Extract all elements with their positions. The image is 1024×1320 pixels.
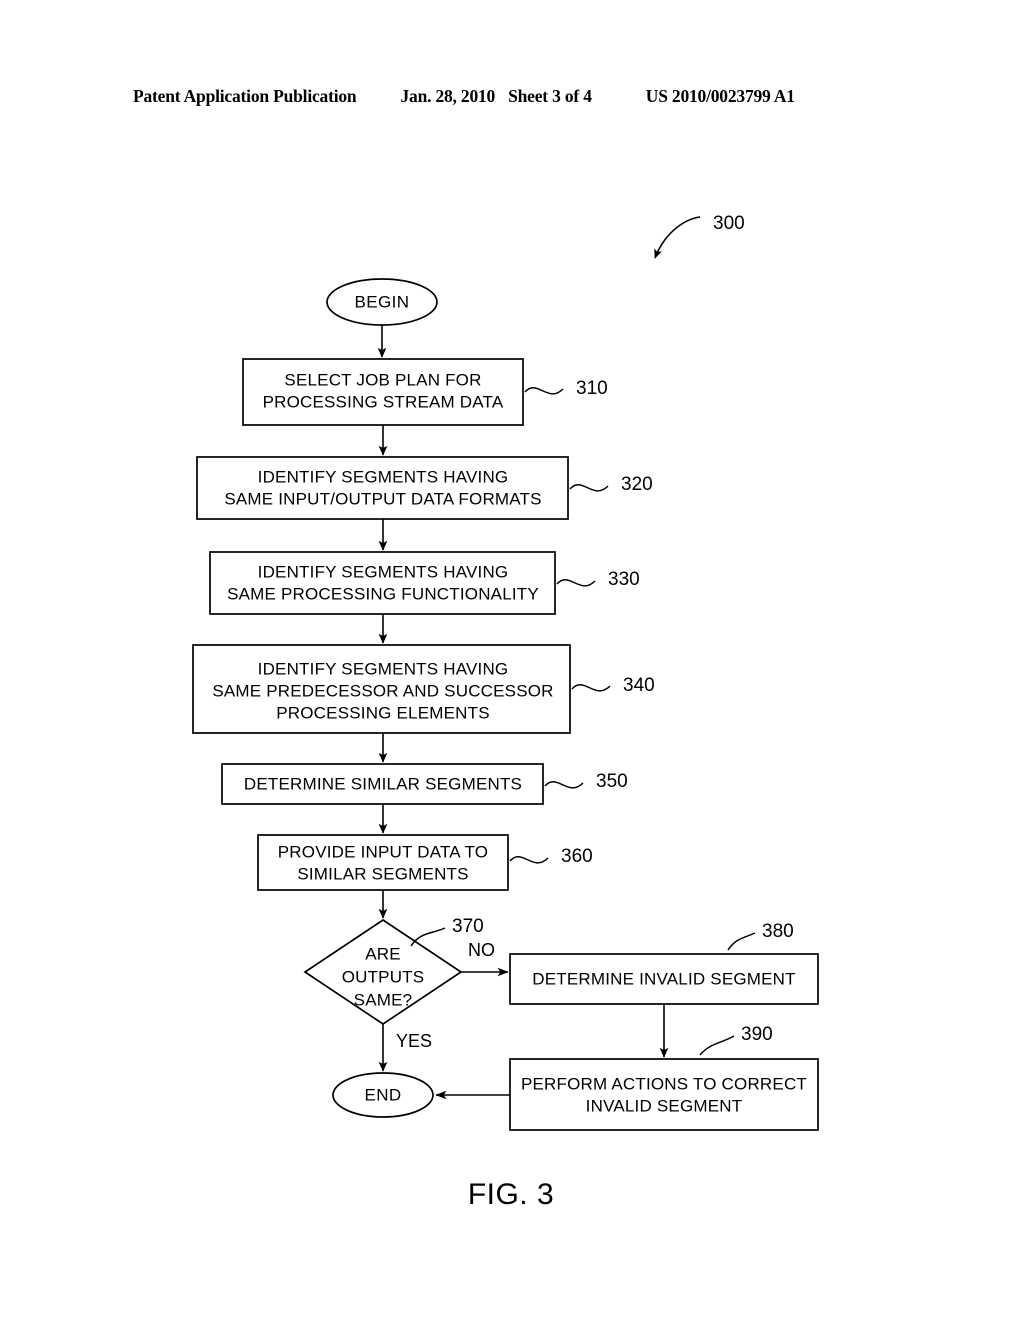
process-step-320: IDENTIFY SEGMENTS HAVING SAME INPUT/OUTP… — [196, 456, 653, 520]
step-340-ref: 340 — [623, 675, 655, 696]
figure-reference-300: 300 — [654, 213, 745, 259]
step-320-line2: SAME INPUT/OUTPUT DATA FORMATS — [224, 489, 541, 508]
decision-step-370: ARE OUTPUTS SAME? 370 — [303, 916, 484, 1026]
step-340-line1: IDENTIFY SEGMENTS HAVING — [258, 659, 509, 678]
step-330-ref: 330 — [608, 569, 640, 590]
end-terminator: END — [332, 1072, 434, 1118]
step-360-line2: SIMILAR SEGMENTS — [297, 864, 468, 883]
step-310-line2: PROCESSING STREAM DATA — [263, 392, 504, 411]
step-350-line1: DETERMINE SIMILAR SEGMENTS — [244, 774, 522, 793]
step-360-line1: PROVIDE INPUT DATA TO — [278, 842, 488, 861]
flowchart-diagram: 300 BEGIN SELECT JOB PLAN FOR PROCESSING… — [192, 213, 819, 1211]
process-step-360: PROVIDE INPUT DATA TO SIMILAR SEGMENTS 3… — [257, 834, 593, 891]
begin-terminator: BEGIN — [326, 278, 438, 326]
figure-ref-label: 300 — [713, 213, 745, 234]
step-380-line1: DETERMINE INVALID SEGMENT — [532, 969, 796, 988]
step-360-ref: 360 — [561, 846, 593, 867]
step-310-ref: 310 — [576, 378, 608, 399]
step-330-line1: IDENTIFY SEGMENTS HAVING — [258, 562, 509, 581]
branch-label-yes: YES — [396, 1031, 432, 1051]
decision-370-line1: ARE — [365, 944, 401, 963]
step-320-ref: 320 — [621, 474, 653, 495]
figure-caption: FIG. 3 — [468, 1178, 554, 1211]
end-label: END — [364, 1085, 401, 1104]
step-390-line2: INVALID SEGMENT — [586, 1096, 743, 1115]
process-step-330: IDENTIFY SEGMENTS HAVING SAME PROCESSING… — [209, 551, 640, 615]
process-step-310: SELECT JOB PLAN FOR PROCESSING STREAM DA… — [242, 358, 608, 426]
step-350-ref: 350 — [596, 771, 628, 792]
step-340-line3: PROCESSING ELEMENTS — [276, 703, 490, 722]
process-step-350: DETERMINE SIMILAR SEGMENTS 350 — [221, 763, 628, 805]
process-step-380: DETERMINE INVALID SEGMENT 380 — [509, 921, 819, 1005]
decision-370-line2: OUTPUTS — [342, 967, 425, 986]
step-390-line1: PERFORM ACTIONS TO CORRECT — [521, 1074, 807, 1093]
step-310-line1: SELECT JOB PLAN FOR — [284, 370, 481, 389]
decision-370-ref: 370 — [452, 916, 484, 937]
step-390-ref: 390 — [741, 1024, 773, 1045]
step-380-ref: 380 — [762, 921, 794, 942]
patent-figure-3: 300 BEGIN SELECT JOB PLAN FOR PROCESSING… — [0, 0, 1024, 1320]
step-340-line2: SAME PREDECESSOR AND SUCCESSOR — [212, 681, 553, 700]
branch-label-no: NO — [468, 940, 495, 960]
process-step-340: IDENTIFY SEGMENTS HAVING SAME PREDECESSO… — [192, 644, 655, 734]
begin-label: BEGIN — [355, 292, 410, 311]
step-330-line2: SAME PROCESSING FUNCTIONALITY — [227, 584, 539, 603]
decision-370-line3: SAME? — [354, 990, 413, 1009]
step-320-line1: IDENTIFY SEGMENTS HAVING — [258, 467, 509, 486]
